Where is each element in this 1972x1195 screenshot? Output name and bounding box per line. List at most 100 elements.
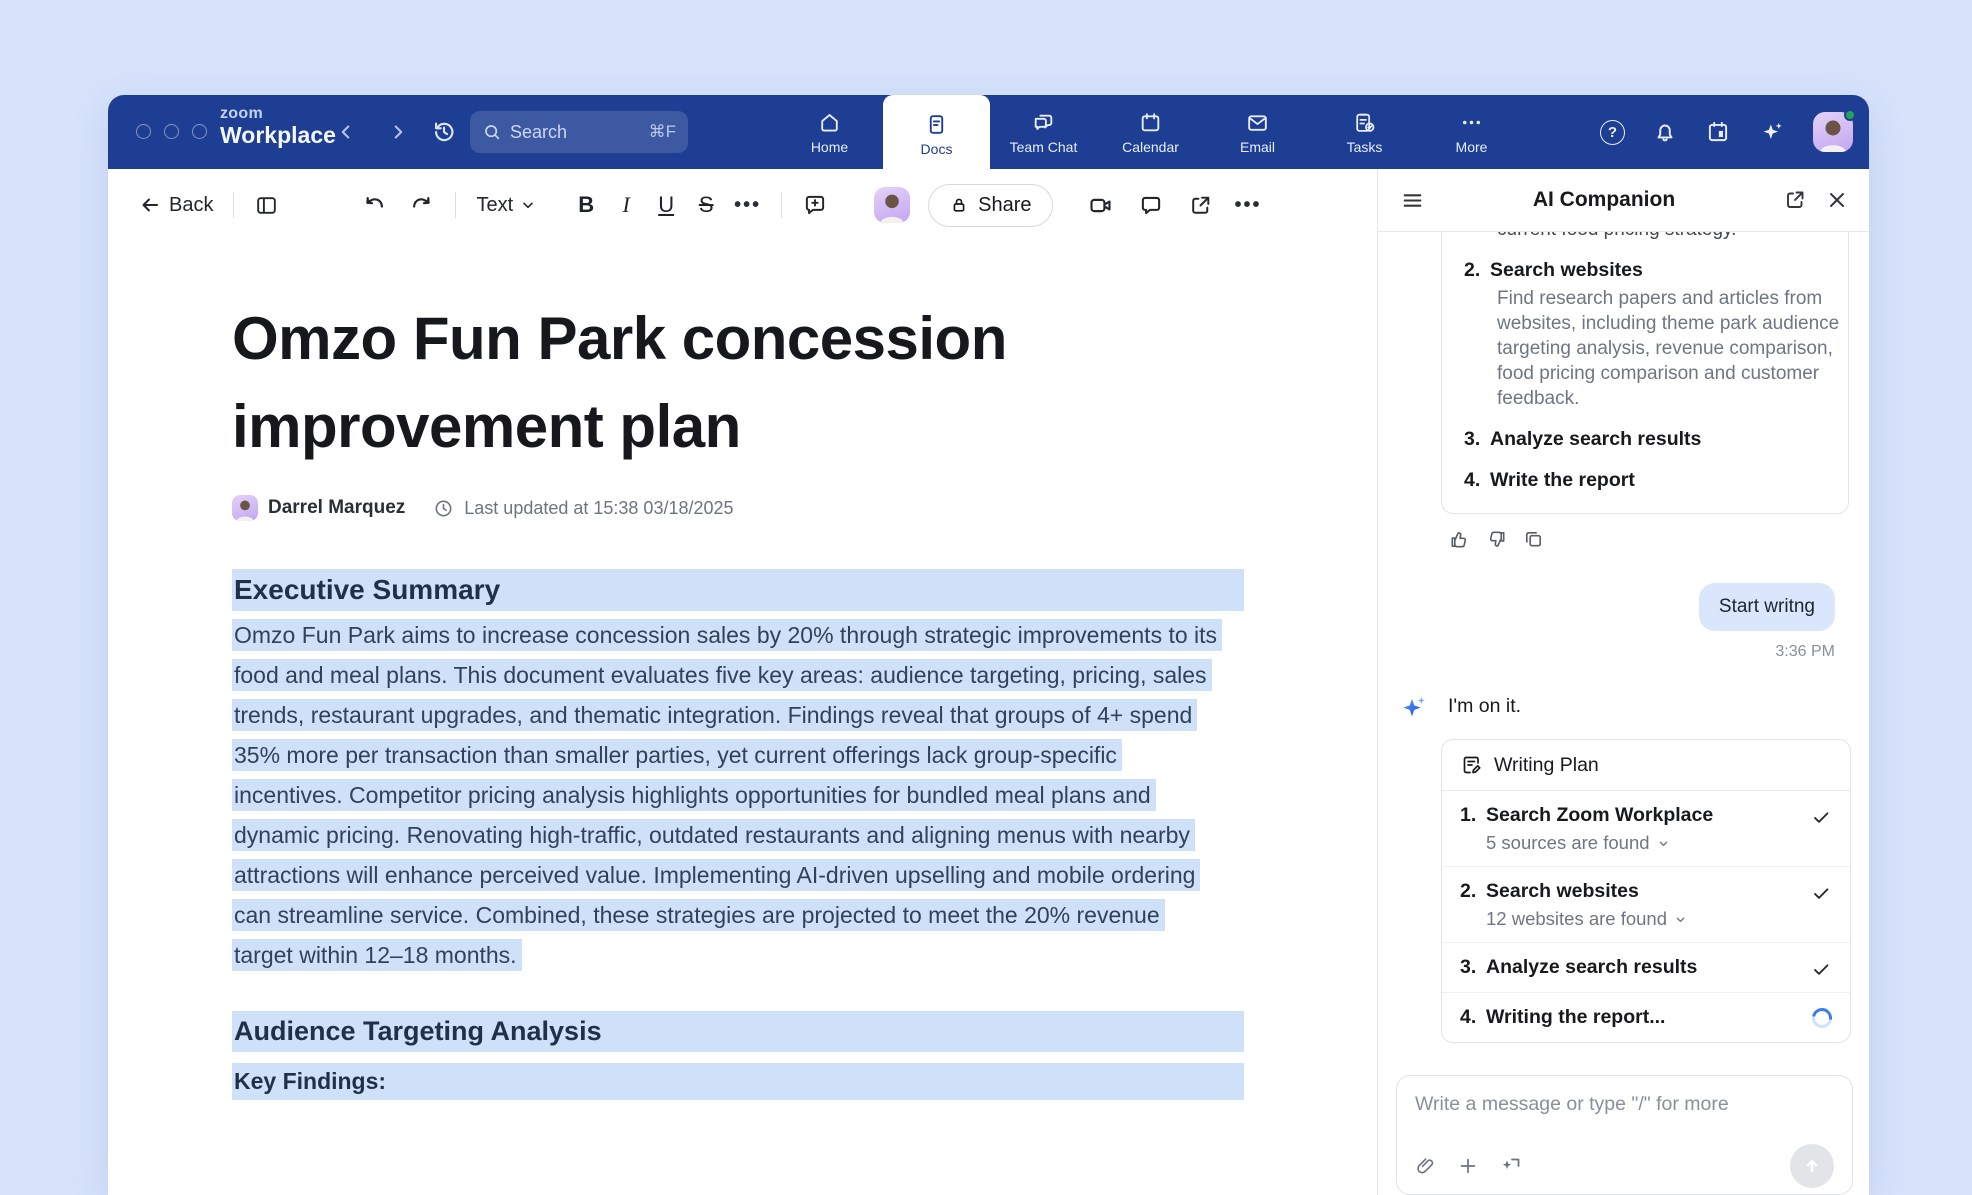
thumbs-down-icon[interactable] xyxy=(1485,528,1508,551)
app-window: zoom Workplace Search ⌘F Home xyxy=(108,95,1869,1195)
notifications-bell-icon[interactable] xyxy=(1652,119,1678,145)
logo-workplace: Workplace xyxy=(220,123,336,147)
more-actions-icon[interactable]: ••• xyxy=(1235,194,1262,217)
attach-icon[interactable] xyxy=(1415,1155,1437,1177)
undo-icon[interactable] xyxy=(361,192,387,218)
document-area: Back Text B I U xyxy=(108,169,1377,1195)
tab-team-chat[interactable]: Team Chat xyxy=(990,95,1097,169)
add-comment-icon[interactable] xyxy=(802,192,828,218)
hamburger-menu-icon[interactable] xyxy=(1400,188,1425,213)
doc-content: Executive Summary Omzo Fun Park aims to … xyxy=(232,569,1244,1100)
plan-preview-item: 2.Search websites Find research papers a… xyxy=(1464,257,1828,411)
ai-prompt-box-icon[interactable] xyxy=(1499,1154,1523,1178)
home-icon xyxy=(817,110,842,135)
docs-icon xyxy=(924,112,949,137)
chat-scroll-area[interactable]: current food pricing strategy. 2.Search … xyxy=(1378,232,1869,1061)
cutoff-line: current food pricing strategy. xyxy=(1464,232,1828,242)
message-composer[interactable]: Write a message or type "/" for more xyxy=(1396,1075,1853,1195)
pop-out-icon[interactable] xyxy=(1783,188,1807,212)
bold-button[interactable]: B xyxy=(566,192,606,218)
tasks-icon xyxy=(1352,110,1377,135)
send-button[interactable] xyxy=(1790,1144,1834,1188)
search-icon xyxy=(482,122,502,142)
window-controls[interactable] xyxy=(136,124,207,139)
last-updated: Last updated at 15:38 03/18/2025 xyxy=(464,498,733,519)
body-line: target within 12–18 months. xyxy=(232,937,1244,977)
body-line: food and meal plans. This document evalu… xyxy=(232,657,1244,697)
calendar-icon xyxy=(1138,110,1163,135)
plan-preview-item: 4.Write the report xyxy=(1464,467,1828,493)
top-navbar: zoom Workplace Search ⌘F Home xyxy=(108,95,1869,169)
tab-calendar[interactable]: Calendar xyxy=(1097,95,1204,169)
clock-icon xyxy=(433,498,454,519)
redo-icon[interactable] xyxy=(409,192,435,218)
plan-step: 2.Search websites 12 websites are found xyxy=(1442,867,1850,943)
nav-forward-icon[interactable] xyxy=(387,119,409,145)
tab-email[interactable]: Email xyxy=(1204,95,1311,169)
author-name[interactable]: Darrel Marquez xyxy=(268,497,405,519)
chat-icon[interactable] xyxy=(1138,192,1164,218)
ai-companion-sparkle-icon[interactable] xyxy=(1758,118,1786,146)
panel-title: AI Companion xyxy=(1425,188,1783,212)
share-button[interactable]: Share xyxy=(928,184,1052,227)
sources-expander[interactable]: 5 sources are found xyxy=(1486,832,1810,854)
ai-companion-panel: AI Companion current food pricing strate… xyxy=(1377,169,1869,1195)
chevron-down-icon xyxy=(1673,912,1688,927)
collaborator-avatar[interactable] xyxy=(874,187,910,223)
add-icon[interactable] xyxy=(1457,1155,1479,1177)
plan-preview-item: 3.Analyze search results xyxy=(1464,426,1828,452)
italic-button[interactable]: I xyxy=(606,192,646,218)
search-placeholder: Search xyxy=(510,122,641,143)
help-icon[interactable]: ? xyxy=(1600,120,1625,145)
ai-message: I'm on it. xyxy=(1398,691,1851,723)
document-canvas[interactable]: Omzo Fun Park concession improvement pla… xyxy=(108,241,1377,1195)
close-icon[interactable] xyxy=(1825,188,1849,212)
check-icon xyxy=(1810,879,1832,904)
window-maximize-button[interactable] xyxy=(192,124,207,139)
websites-expander[interactable]: 12 websites are found xyxy=(1486,908,1810,930)
strikethrough-button[interactable]: S xyxy=(686,192,726,218)
body-line: attractions will enhance perceived value… xyxy=(232,857,1244,897)
body-line: 35% more per transaction than smaller pa… xyxy=(232,737,1244,777)
text-style-dropdown[interactable]: Text xyxy=(476,194,536,217)
plan-step: 1.Search Zoom Workplace 5 sources are fo… xyxy=(1442,791,1850,867)
writing-plan-icon xyxy=(1460,753,1484,777)
tab-home[interactable]: Home xyxy=(776,95,883,169)
loading-spinner xyxy=(1808,1004,1836,1032)
message-timestamp: 3:36 PM xyxy=(1398,643,1851,661)
composer-placeholder: Write a message or type "/" for more xyxy=(1415,1093,1834,1116)
thumbs-up-icon[interactable] xyxy=(1448,528,1471,551)
zoom-workplace-logo: zoom Workplace xyxy=(220,106,336,147)
open-external-icon[interactable] xyxy=(1188,193,1213,218)
heading-key-findings: Key Findings: xyxy=(232,1063,1244,1100)
heading-executive-summary: Executive Summary xyxy=(232,569,1244,611)
copy-icon[interactable] xyxy=(1522,528,1545,551)
team-chat-icon xyxy=(1031,110,1056,135)
plan-preview-card: current food pricing strategy. 2.Search … xyxy=(1441,232,1849,514)
search-input[interactable]: Search ⌘F xyxy=(470,111,688,153)
more-icon xyxy=(1459,110,1484,135)
body-line: incentives. Competitor pricing analysis … xyxy=(232,777,1244,817)
ai-sparkle-icon xyxy=(1398,691,1430,723)
more-formatting-icon[interactable]: ••• xyxy=(734,194,761,217)
presence-dot xyxy=(1844,109,1856,121)
video-meeting-icon[interactable] xyxy=(1087,192,1114,219)
user-avatar[interactable] xyxy=(1813,112,1853,152)
writing-plan-card: Writing Plan 1.Search Zoom Workplace 5 s… xyxy=(1441,739,1851,1043)
search-shortcut: ⌘F xyxy=(649,122,676,142)
plan-step: 3.Analyze search results xyxy=(1442,943,1850,993)
user-message-bubble: Start writng xyxy=(1699,583,1835,631)
check-icon xyxy=(1810,803,1832,828)
back-button[interactable]: Back xyxy=(138,193,213,217)
toggle-sidebar-icon[interactable] xyxy=(254,193,279,218)
window-minimize-button[interactable] xyxy=(164,124,179,139)
tab-tasks[interactable]: Tasks xyxy=(1311,95,1418,169)
tab-more[interactable]: More xyxy=(1418,95,1525,169)
nav-back-icon[interactable] xyxy=(335,119,357,145)
window-close-button[interactable] xyxy=(136,124,151,139)
calendar-day-icon[interactable] xyxy=(1705,119,1731,145)
history-icon[interactable] xyxy=(430,118,458,146)
tab-docs[interactable]: Docs xyxy=(883,95,990,173)
underline-button[interactable]: U xyxy=(646,192,686,218)
doc-title[interactable]: Omzo Fun Park concession improvement pla… xyxy=(232,295,1252,471)
